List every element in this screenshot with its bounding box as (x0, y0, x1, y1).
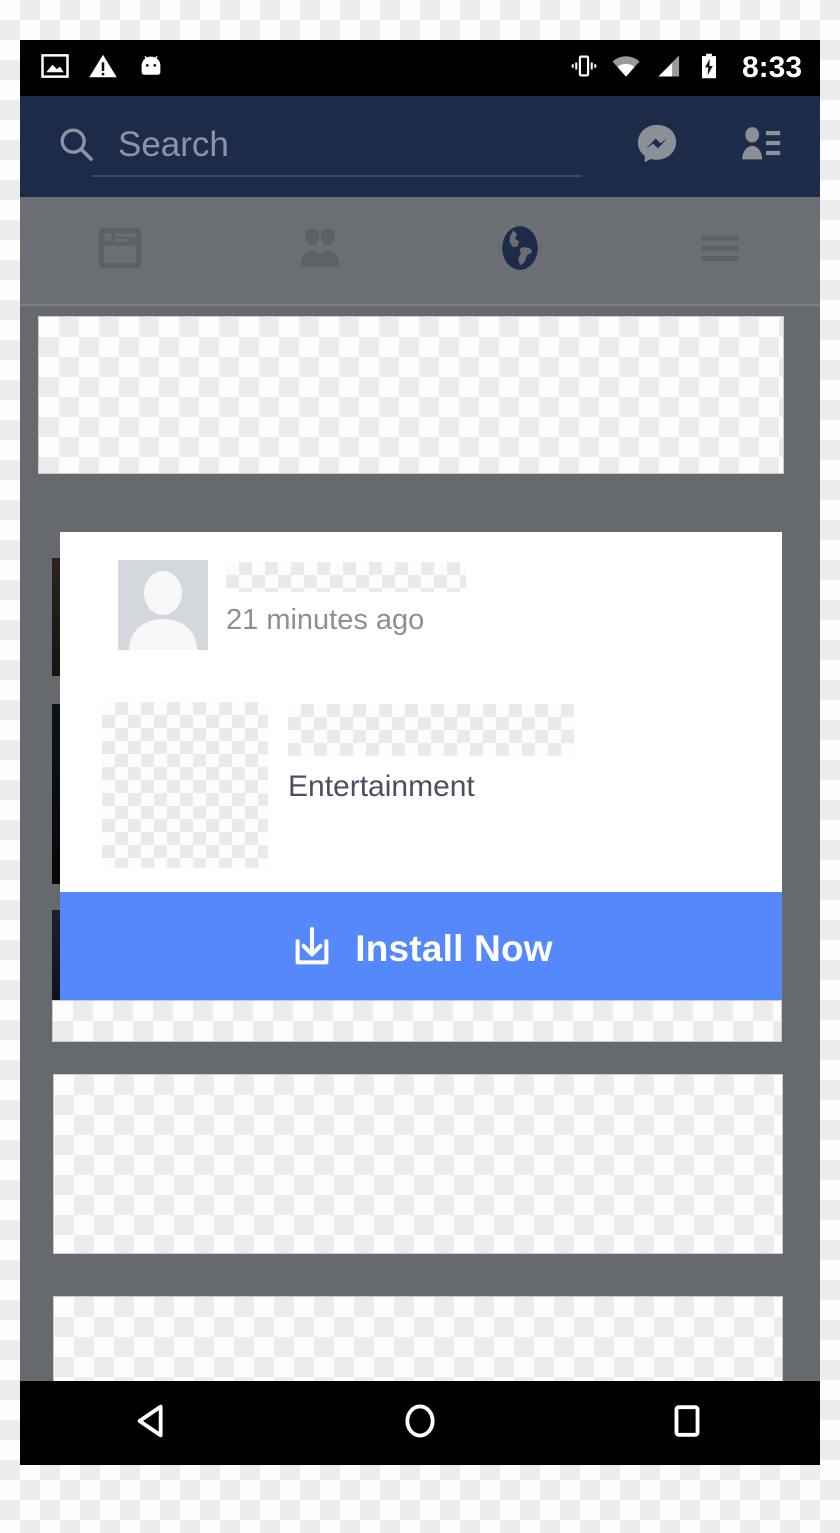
status-bar: 8:33 (20, 40, 820, 96)
vibrate-icon (570, 52, 598, 85)
menu-tab[interactable] (620, 197, 820, 304)
warning-icon (88, 51, 118, 86)
back-button[interactable] (20, 1381, 287, 1465)
search-input[interactable]: Search (118, 127, 229, 166)
search-underline (92, 174, 582, 177)
feed-card-top[interactable] (38, 316, 784, 474)
news-feed-tab[interactable] (20, 197, 220, 304)
square-icon (664, 1398, 710, 1449)
status-bar-clock: 8:33 (741, 51, 802, 84)
ad-body: 21 minutes ago Entertainment (60, 532, 782, 892)
ad-app-text: Entertainment (288, 704, 618, 802)
avatar (118, 560, 208, 650)
status-bar-left-icons (40, 51, 166, 86)
hamburger-icon (692, 220, 748, 281)
news-feed[interactable]: 21 minutes ago Entertainment Install Now (20, 306, 820, 1381)
app-install-ad-card[interactable]: 21 minutes ago Entertainment Install Now (60, 532, 782, 1004)
facebook-header: Search (20, 96, 820, 197)
tab-bar (20, 197, 820, 306)
download-icon (289, 924, 335, 973)
ad-app-category: Entertainment (288, 770, 475, 803)
friends-icon (292, 220, 348, 281)
newsfeed-icon (92, 220, 148, 281)
battery-charging-icon (695, 52, 723, 85)
notifications-tab[interactable] (420, 197, 620, 304)
wifi-icon (611, 51, 641, 86)
search-icon (56, 124, 96, 169)
android-icon (136, 51, 166, 86)
friends-tab[interactable] (220, 197, 420, 304)
install-now-button[interactable]: Install Now (60, 892, 782, 1004)
feed-card-middle[interactable] (53, 1074, 783, 1254)
phone-screen: 8:33 Search 21 minutes ago Entertainment… (20, 40, 820, 1465)
ad-title-block: 21 minutes ago (226, 562, 526, 635)
ad-advertiser-name (226, 562, 466, 592)
search-bar[interactable]: Search (56, 111, 634, 183)
recents-button[interactable] (553, 1381, 820, 1465)
cell-signal-icon (654, 52, 682, 85)
header-actions (634, 121, 784, 172)
messenger-icon[interactable] (634, 121, 680, 172)
globe-icon (492, 220, 548, 281)
feed-card-bottom[interactable] (53, 1296, 783, 1381)
home-button[interactable] (287, 1381, 554, 1465)
ad-app-name (288, 704, 574, 756)
circle-icon (397, 1398, 443, 1449)
friend-requests-icon[interactable] (738, 121, 784, 172)
ad-app-icon (102, 702, 268, 868)
status-bar-right-icons: 8:33 (570, 51, 802, 86)
install-now-label: Install Now (355, 927, 553, 969)
ad-timestamp: 21 minutes ago (226, 604, 425, 636)
image-icon (40, 51, 70, 86)
android-nav-bar (20, 1381, 820, 1465)
triangle-left-icon (130, 1398, 176, 1449)
feed-strip[interactable] (52, 1000, 782, 1042)
